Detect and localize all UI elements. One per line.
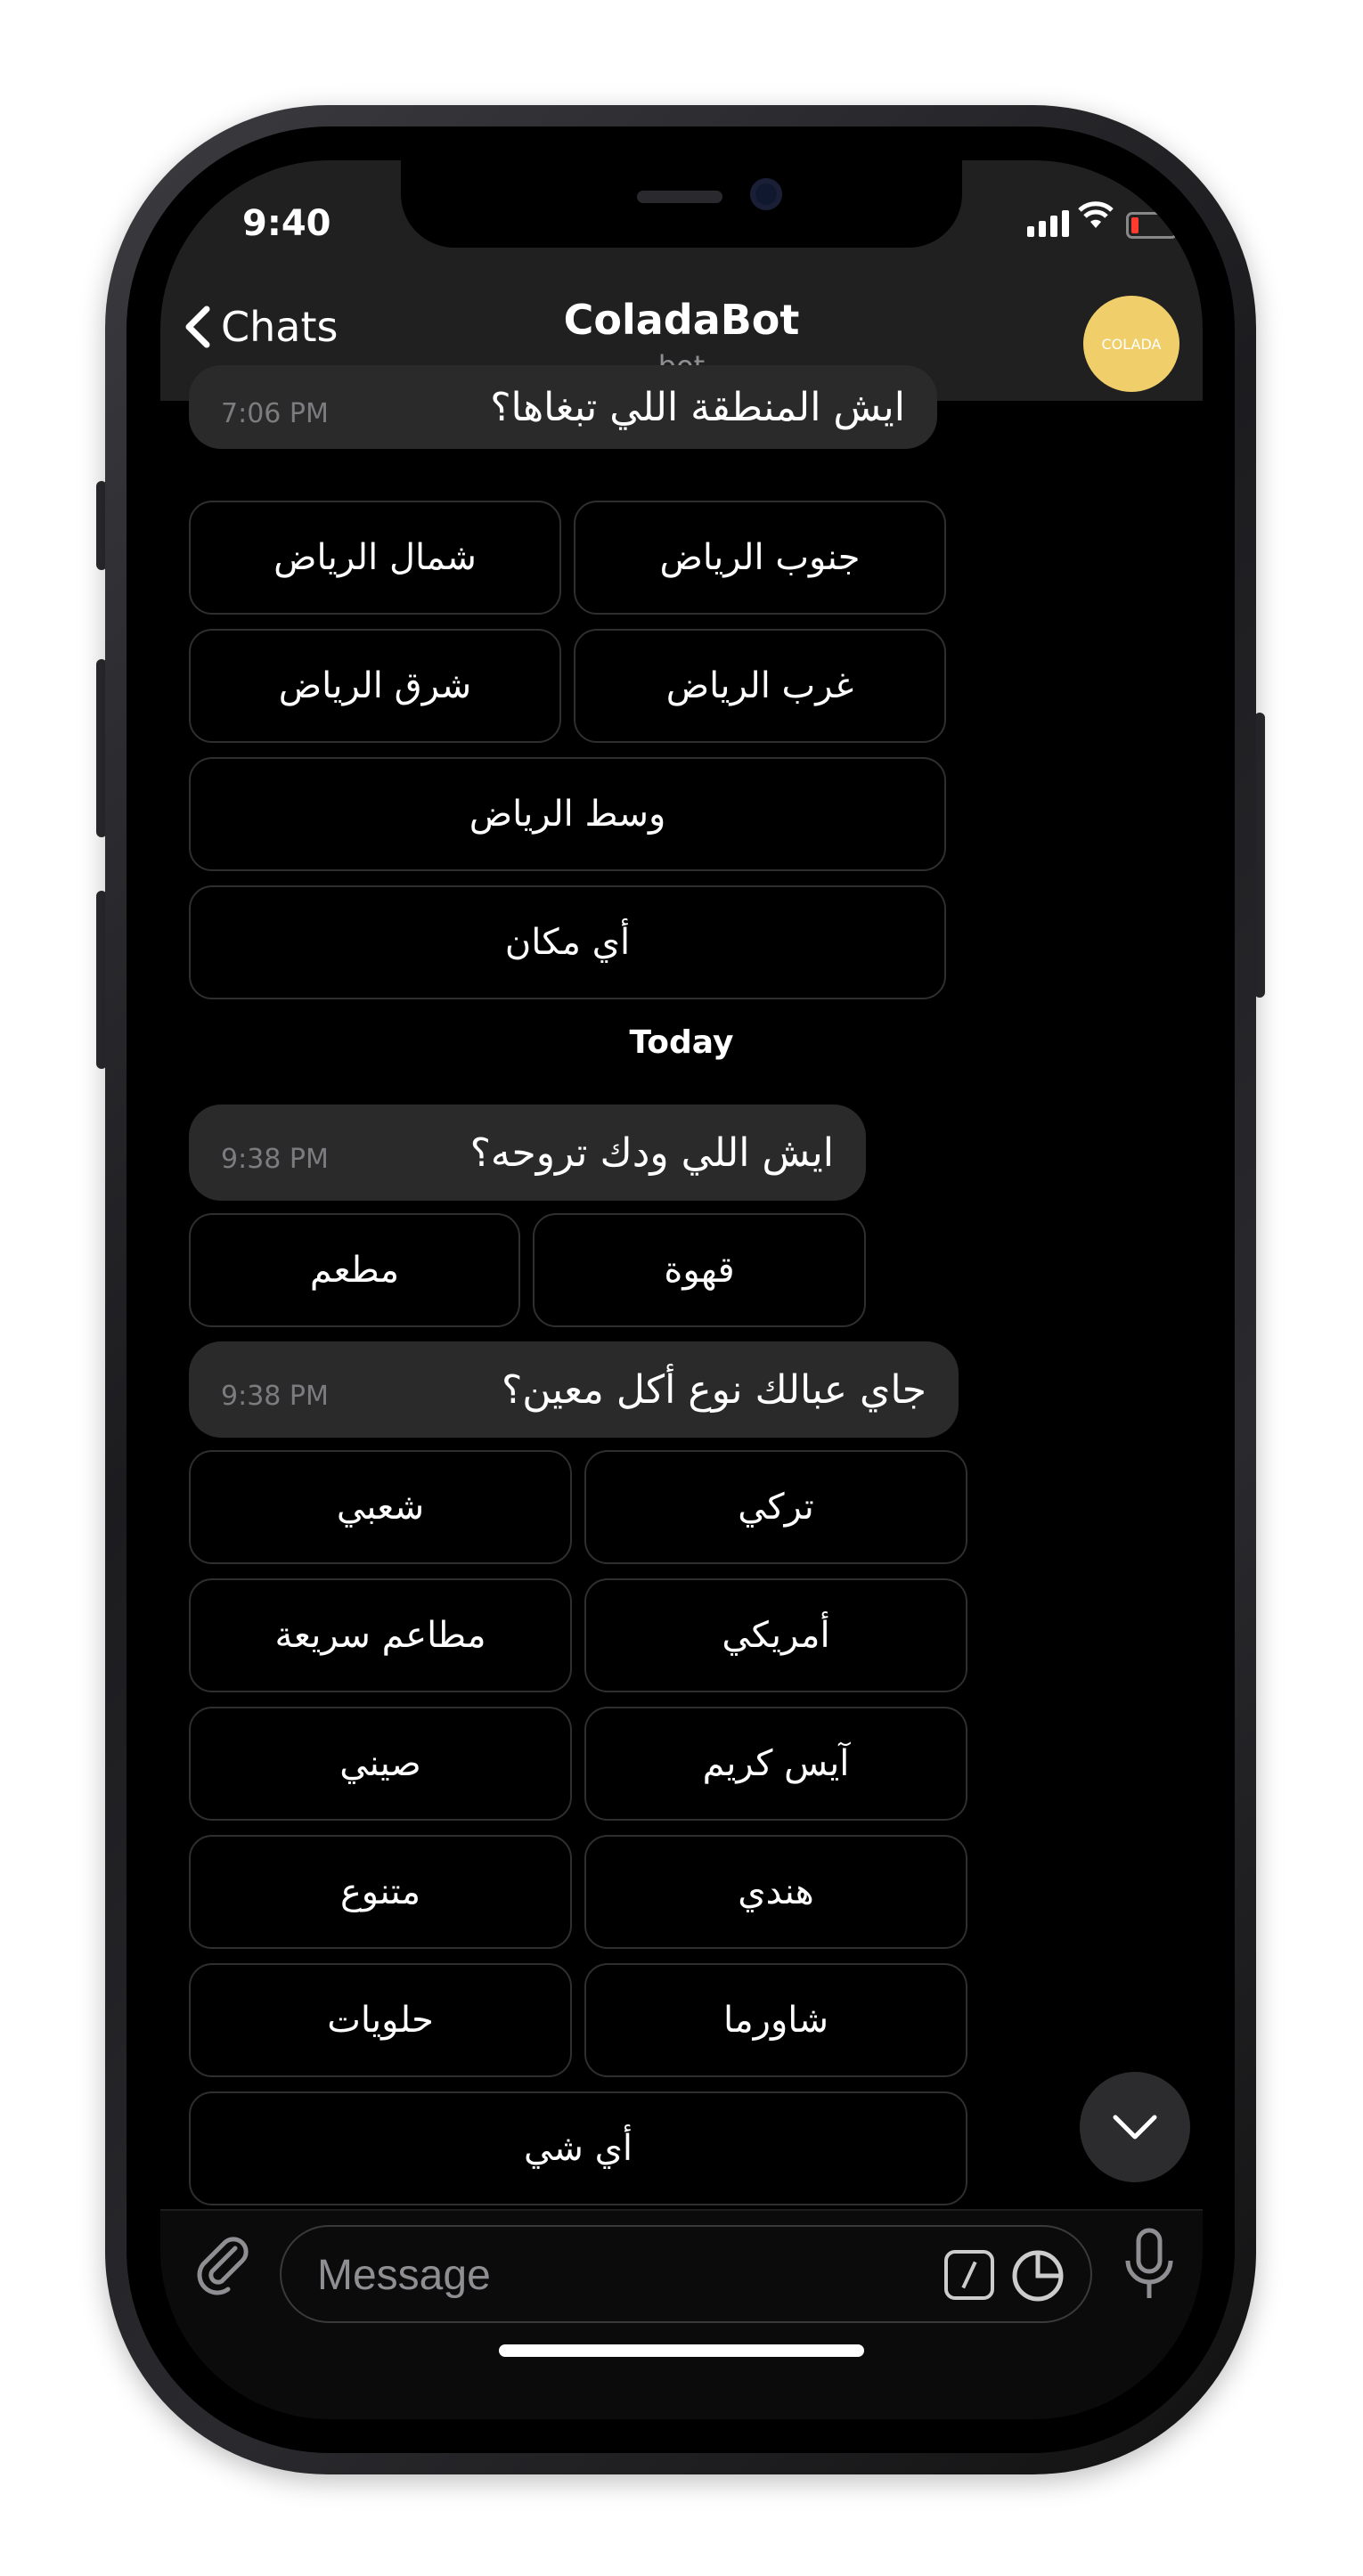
message-input-bar: [160, 2209, 1203, 2419]
chevron-down-icon: [1113, 2115, 1157, 2140]
message-bubble: 7:06 PM ايش المنطقة اللي تبغاها؟: [189, 365, 937, 449]
keyboard-button-restaurant[interactable]: مطعم: [189, 1213, 520, 1327]
message-bubble: 9:38 PM ايش اللي ودك تروحه؟: [189, 1105, 866, 1201]
keyboard-button-shawarma[interactable]: شاورما: [584, 1963, 967, 2077]
keyboard-button-chinese[interactable]: صيني: [189, 1707, 572, 1821]
keyboard-button-north-riyadh[interactable]: شمال الرياض: [189, 501, 561, 615]
keyboard-button-east-riyadh[interactable]: شرق الرياض: [189, 629, 561, 743]
keyboard-button-indian[interactable]: هندي: [584, 1835, 967, 1949]
sticker-icon[interactable]: [1010, 2248, 1065, 2303]
notch: [401, 160, 962, 248]
screen: 9:40 Chats ColadaBot bot COLADA 7:06 PM …: [160, 160, 1203, 2419]
keyboard-button-anywhere[interactable]: أي مكان: [189, 885, 946, 999]
keyboard-button-fast-food[interactable]: مطاعم سريعة: [189, 1578, 572, 1692]
keyboard-button-coffee[interactable]: قهوة: [533, 1213, 866, 1327]
home-indicator[interactable]: [499, 2344, 864, 2357]
battery-icon: [1126, 212, 1183, 239]
keyboard-button-west-riyadh[interactable]: غرب الرياض: [574, 629, 946, 743]
paperclip-icon[interactable]: [191, 2232, 255, 2296]
message-time: 9:38 PM: [221, 1143, 329, 1175]
keyboard-button-turkish[interactable]: تركي: [584, 1450, 967, 1564]
status-time: 9:40: [242, 203, 331, 244]
message-field[interactable]: [280, 2225, 1092, 2323]
bot-command-icon[interactable]: [944, 2250, 994, 2300]
speaker-grille: [637, 191, 722, 203]
wifi-icon: [1078, 201, 1114, 240]
message-bubble: 9:38 PM جاي عبالك نوع أكل معين؟: [189, 1341, 959, 1438]
message-text: ايش اللي ودك تروحه؟: [469, 1129, 834, 1176]
scroll-to-bottom-button[interactable]: [1080, 2072, 1190, 2182]
bot-avatar[interactable]: COLADA: [1083, 296, 1179, 392]
keyboard-button-american[interactable]: أمريكي: [584, 1578, 967, 1692]
keyboard-button-mixed[interactable]: متنوع: [189, 1835, 572, 1949]
chat-title: ColadaBot: [563, 296, 800, 344]
day-separator: Today: [629, 1024, 734, 1061]
keyboard-button-traditional[interactable]: شعبي: [189, 1450, 572, 1564]
message-time: 9:38 PM: [221, 1380, 329, 1412]
microphone-icon[interactable]: [1122, 2227, 1176, 2302]
keyboard-button-central-riyadh[interactable]: وسط الرياض: [189, 757, 946, 871]
message-text: ايش المنطقة اللي تبغاها؟: [490, 384, 905, 430]
message-text: جاي عبالك نوع أكل معين؟: [501, 1366, 926, 1413]
keyboard-button-south-riyadh[interactable]: جنوب الرياض: [574, 501, 946, 615]
message-input[interactable]: [315, 2227, 907, 2323]
front-camera: [750, 178, 782, 210]
keyboard-button-anything[interactable]: أي شي: [189, 2091, 967, 2205]
message-time: 7:06 PM: [221, 397, 329, 429]
keyboard-button-ice-cream[interactable]: آيس كريم: [584, 1707, 967, 1821]
signal-icon: [1027, 210, 1069, 237]
keyboard-button-desserts[interactable]: حلويات: [189, 1963, 572, 2077]
